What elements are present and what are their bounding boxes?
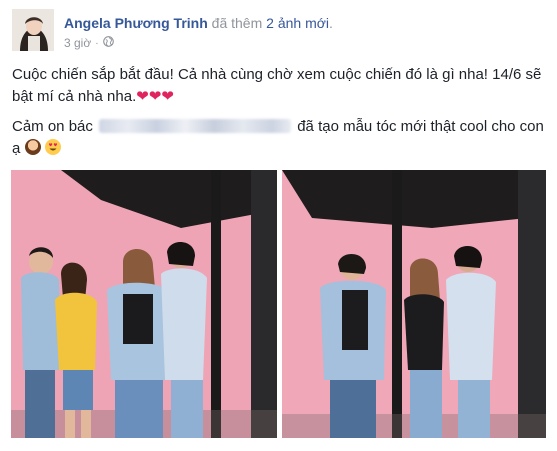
paragraph-2-prefix: Cảm on bác bbox=[12, 118, 93, 135]
blurred-tag-link[interactable] bbox=[99, 119, 292, 133]
post-photo-2[interactable] bbox=[282, 170, 546, 438]
action-prefix: đã thêm bbox=[211, 15, 263, 31]
post-photo-1[interactable] bbox=[11, 170, 277, 438]
post-header: Angela Phương Trinh đã thêm 2 ảnh mới. 3… bbox=[12, 9, 552, 53]
facebook-post: Angela Phương Trinh đã thêm 2 ảnh mới. 3… bbox=[0, 0, 557, 451]
post-meta: 3 giờ · bbox=[64, 36, 114, 50]
hearts-emoji: ❤❤❤ bbox=[136, 88, 174, 105]
post-timestamp[interactable]: 3 giờ bbox=[64, 36, 91, 50]
new-photos-link[interactable]: 2 ảnh mới bbox=[266, 15, 329, 31]
author-avatar[interactable] bbox=[12, 9, 54, 51]
post-text-paragraph-1: Cuộc chiến sắp bắt đầu! Cả nhà cùng chờ … bbox=[12, 64, 544, 108]
hairdresser-emoji-icon bbox=[24, 139, 41, 155]
author-name-link[interactable]: Angela Phương Trinh bbox=[64, 15, 208, 31]
photo-grid bbox=[11, 170, 546, 438]
meta-separator: · bbox=[95, 37, 99, 49]
post-title-line: Angela Phương Trinh đã thêm 2 ảnh mới. bbox=[64, 15, 333, 31]
heart-eyes-emoji-icon bbox=[44, 139, 61, 155]
post-text-paragraph-2: Cảm on bác đã tạo mẫu tóc mới thật cool … bbox=[12, 116, 544, 160]
action-suffix: . bbox=[329, 15, 333, 31]
globe-icon[interactable] bbox=[102, 36, 114, 50]
action-text: đã thêm 2 ảnh mới. bbox=[212, 15, 333, 31]
paragraph-1-text: Cuộc chiến sắp bắt đầu! Cả nhà cùng chờ … bbox=[12, 66, 542, 105]
